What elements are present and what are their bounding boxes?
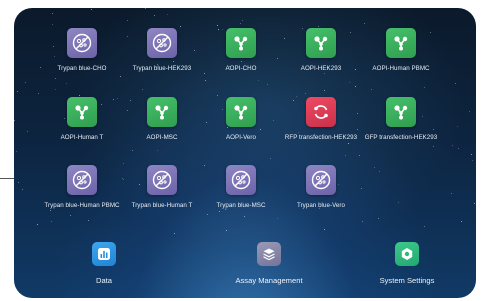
app-tile[interactable]: AOPI-Human PBMC	[353, 28, 449, 88]
star-dot	[79, 94, 81, 96]
no-cell-icon	[147, 165, 177, 195]
no-cell-icon	[306, 165, 336, 195]
app-label: GFP transfection-HEK293	[364, 134, 438, 141]
app-label: AOPI-Human T	[60, 134, 104, 141]
star-dot	[174, 232, 176, 234]
star-dot	[452, 144, 454, 146]
app-label: AOPI-HEK293	[300, 65, 342, 72]
star-dot	[166, 14, 168, 16]
refresh-icon	[306, 97, 336, 127]
star-dot	[458, 148, 460, 150]
dock-label: Assay Management	[235, 276, 303, 285]
app-label: AOPI-Human PBMC	[372, 65, 430, 72]
star-dot	[379, 170, 381, 172]
star-dot	[451, 192, 453, 194]
app-tile[interactable]: Trypan blue-Vero	[273, 165, 369, 225]
star-dot	[55, 89, 57, 91]
molecule-icon	[386, 28, 416, 58]
star-dot	[17, 181, 19, 183]
star-dot	[21, 188, 23, 190]
star-dot	[122, 162, 124, 164]
app-label: Trypan blue-Human PBMC	[44, 202, 120, 209]
molecule-icon	[67, 97, 97, 127]
app-label: AOPI-MSC	[146, 134, 178, 141]
no-cell-icon	[67, 28, 97, 58]
star-dot	[17, 90, 19, 92]
star-dot	[473, 203, 475, 205]
star-dot	[397, 201, 399, 203]
gear-icon	[395, 242, 419, 266]
star-dot	[461, 221, 463, 223]
no-cell-icon	[147, 28, 177, 58]
dock-item-system-settings[interactable]: System Settings	[367, 242, 447, 285]
app-label: AOPI-Vero	[225, 134, 257, 141]
external-connector-line	[0, 178, 14, 179]
star-dot	[15, 150, 17, 152]
no-cell-icon	[67, 165, 97, 195]
no-cell-icon	[226, 165, 256, 195]
star-dot	[371, 88, 373, 90]
star-dot	[37, 92, 39, 94]
molecule-icon	[306, 28, 336, 58]
molecule-icon	[226, 28, 256, 58]
star-dot	[471, 159, 473, 161]
star-dot	[317, 25, 319, 27]
star-dot	[423, 226, 425, 228]
molecule-icon	[147, 97, 177, 127]
star-dot	[455, 82, 457, 84]
star-dot	[323, 228, 325, 230]
dock-label: System Settings	[379, 276, 435, 285]
star-dot	[126, 19, 128, 21]
app-label: Trypan blue-Human T	[131, 202, 193, 209]
star-dot	[145, 8, 147, 9]
star-dot	[27, 131, 29, 133]
star-dot	[457, 126, 459, 128]
star-dot	[363, 23, 365, 25]
star-dot	[25, 82, 27, 84]
app-label: Trypan blue-CHO	[57, 65, 107, 72]
app-tile[interactable]: GFP transfection-HEK293	[353, 97, 449, 157]
dock-item-data[interactable]: Data	[84, 242, 124, 285]
star-dot	[141, 89, 143, 91]
star-dot	[374, 167, 376, 169]
star-dot	[91, 8, 93, 10]
star-dot	[217, 25, 219, 27]
star-dot	[469, 110, 471, 112]
home-screen: Trypan blue-CHO Trypan blue-HEK293 AOPI-CH…	[14, 8, 476, 298]
molecule-icon	[386, 97, 416, 127]
dock-item-assay-management[interactable]: Assay Management	[214, 242, 324, 285]
star-dot	[154, 14, 156, 16]
dock-label: Data	[95, 276, 113, 285]
star-dot	[225, 230, 227, 232]
app-label: Trypan blue-Vero	[296, 202, 346, 209]
app-label: RFP transfection-HEK293	[284, 134, 358, 141]
star-dot	[217, 94, 219, 96]
star-dot	[377, 218, 379, 220]
layers-icon	[257, 242, 281, 266]
star-dot	[242, 19, 244, 21]
star-dot	[239, 22, 241, 24]
app-label: Trypan blue-HEK293	[132, 65, 192, 72]
star-dot	[270, 158, 272, 160]
star-dot	[14, 120, 16, 122]
molecule-icon	[226, 97, 256, 127]
chart-icon	[92, 242, 116, 266]
star-dot	[51, 12, 53, 14]
star-dot	[52, 23, 54, 25]
app-label: Trypan blue-MSC	[216, 202, 266, 209]
star-dot	[471, 154, 473, 156]
app-label: AOPI-CHO	[225, 65, 257, 72]
star-dot	[324, 90, 326, 92]
star-dot	[305, 93, 307, 95]
star-dot	[180, 25, 182, 27]
